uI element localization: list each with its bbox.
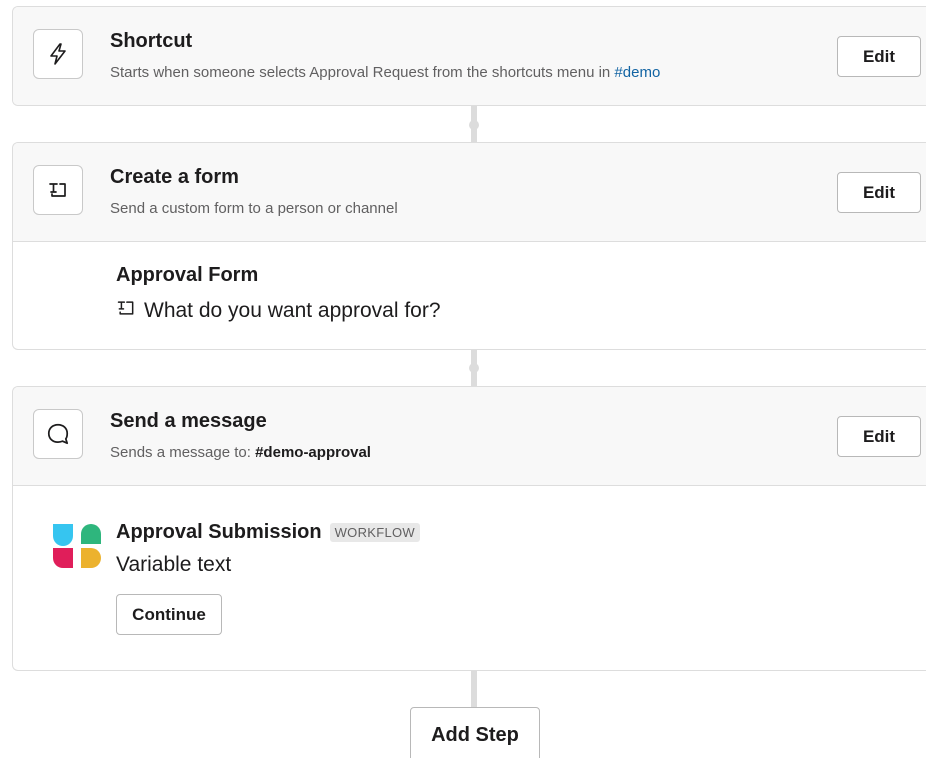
- step-subtitle: Sends a message to: #demo-approval: [110, 444, 371, 461]
- edit-message-button[interactable]: Edit: [837, 416, 921, 457]
- step-subtitle: Send a custom form to a person or channe…: [110, 200, 398, 217]
- step-form-body: Approval Form What do you want approval …: [13, 241, 926, 349]
- form-question: What do you want approval for?: [116, 298, 441, 324]
- step-shortcut: Shortcut Starts when someone selects App…: [12, 6, 926, 106]
- form-name: Approval Form: [116, 264, 259, 286]
- connector-dot: [469, 120, 479, 130]
- connector-dot: [469, 363, 479, 373]
- step-send-message: Send a message Sends a message to: #demo…: [12, 386, 926, 671]
- workflow-builder: Shortcut Starts when someone selects App…: [0, 0, 926, 758]
- edit-form-button[interactable]: Edit: [837, 172, 921, 213]
- message-sender: Approval Submission: [116, 521, 322, 543]
- step-title: Shortcut: [110, 30, 193, 52]
- channel-name: #demo-approval: [255, 444, 371, 461]
- subtitle-text: Sends a message to:: [110, 444, 256, 461]
- continue-button[interactable]: Continue: [116, 594, 222, 635]
- message-bubble-icon: [33, 409, 83, 459]
- message-preview: Approval Submission WORKFLOW Variable te…: [13, 485, 926, 670]
- edit-shortcut-button[interactable]: Edit: [837, 36, 921, 77]
- step-title: Create a form: [110, 166, 239, 188]
- message-preview-title: Approval Submission WORKFLOW: [116, 521, 420, 544]
- step-connector: [471, 671, 477, 711]
- form-field-icon: [116, 298, 136, 324]
- workflow-badge: WORKFLOW: [329, 523, 420, 542]
- step-form-header: Create a form Send a custom form to a pe…: [13, 143, 926, 241]
- add-step-button[interactable]: Add Step: [410, 707, 540, 758]
- step-shortcut-header: Shortcut Starts when someone selects App…: [13, 7, 926, 105]
- step-title: Send a message: [110, 410, 267, 432]
- channel-link[interactable]: #demo: [614, 64, 660, 81]
- form-icon: [33, 165, 83, 215]
- step-message-header: Send a message Sends a message to: #demo…: [13, 387, 926, 485]
- step-create-form: Create a form Send a custom form to a pe…: [12, 142, 926, 350]
- message-preview-text: Variable text: [116, 553, 232, 576]
- form-question-text: What do you want approval for?: [144, 299, 441, 322]
- lightning-icon: [33, 29, 83, 79]
- slack-logo-icon: [51, 520, 103, 572]
- step-subtitle: Starts when someone selects Approval Req…: [110, 64, 660, 81]
- subtitle-text: Starts when someone selects Approval Req…: [110, 64, 615, 81]
